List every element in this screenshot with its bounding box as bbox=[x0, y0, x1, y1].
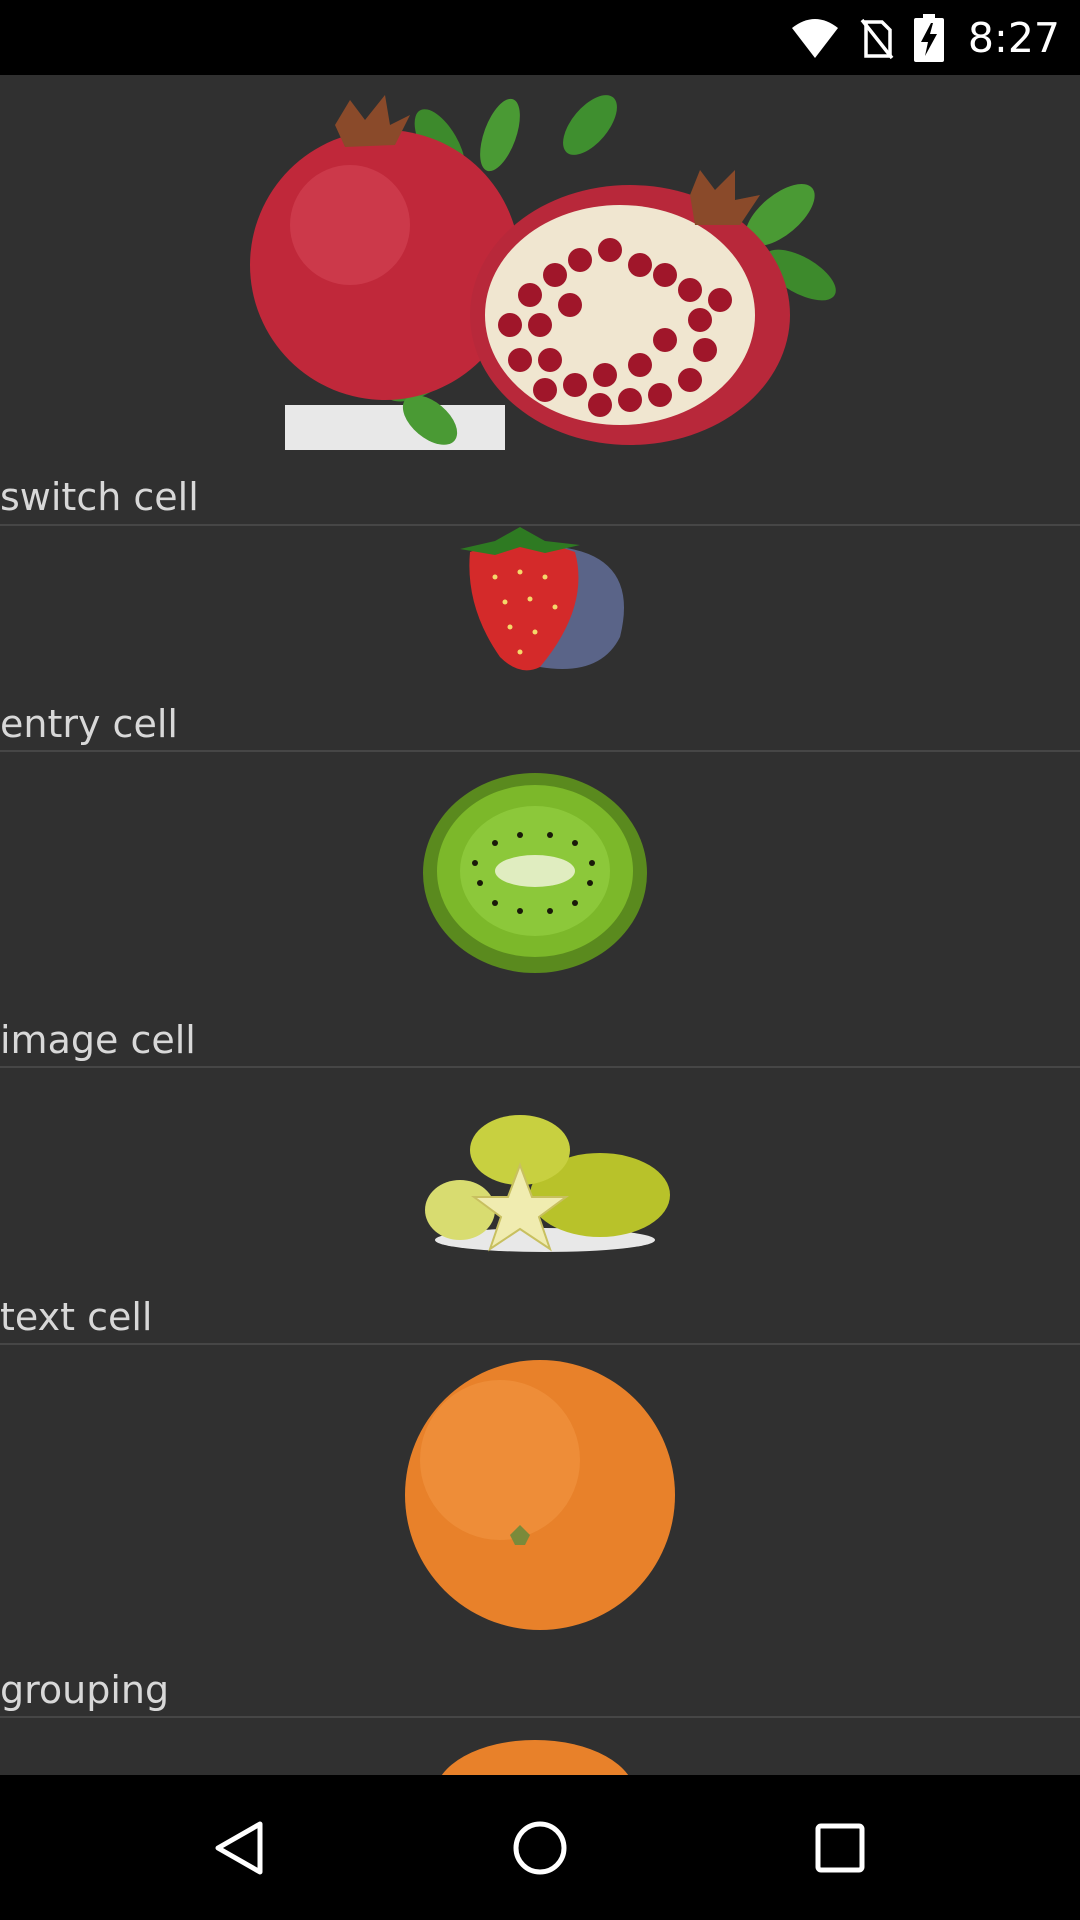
recents-button[interactable] bbox=[760, 1775, 920, 1920]
strawberry-image bbox=[460, 527, 624, 671]
home-button[interactable] bbox=[460, 1775, 620, 1920]
pomegranate-image bbox=[250, 95, 836, 450]
kiwi-image bbox=[423, 773, 647, 973]
back-button[interactable] bbox=[160, 1775, 320, 1920]
wifi-icon bbox=[791, 19, 838, 58]
recents-icon bbox=[815, 1823, 865, 1872]
orange-image bbox=[441, 1740, 629, 1775]
no-sim-icon bbox=[860, 18, 894, 60]
home-icon bbox=[513, 1821, 567, 1874]
battery-charging-icon bbox=[913, 14, 944, 62]
item-label: image cell bbox=[0, 1018, 196, 1062]
item-label: text cell bbox=[0, 1295, 153, 1339]
divider bbox=[0, 524, 1080, 526]
status-icons: 8:27 bbox=[790, 10, 1060, 66]
item-label: entry cell bbox=[0, 702, 178, 746]
screen: 8:27 switch cell entry cell image cell t… bbox=[0, 0, 1080, 1920]
status-time: 8:27 bbox=[967, 14, 1060, 62]
orange-image bbox=[405, 1360, 675, 1630]
item-label: grouping bbox=[0, 1668, 170, 1712]
divider bbox=[0, 1716, 1080, 1718]
divider bbox=[0, 1343, 1080, 1345]
fruit-list[interactable]: switch cell entry cell image cell text c… bbox=[0, 75, 1080, 1775]
status-bar: 8:27 bbox=[0, 0, 1080, 75]
divider bbox=[0, 750, 1080, 752]
starfruit-image bbox=[425, 1115, 670, 1252]
item-label: switch cell bbox=[0, 475, 199, 519]
navigation-bar bbox=[0, 1775, 1080, 1920]
divider bbox=[0, 1066, 1080, 1068]
back-icon bbox=[215, 1821, 263, 1874]
